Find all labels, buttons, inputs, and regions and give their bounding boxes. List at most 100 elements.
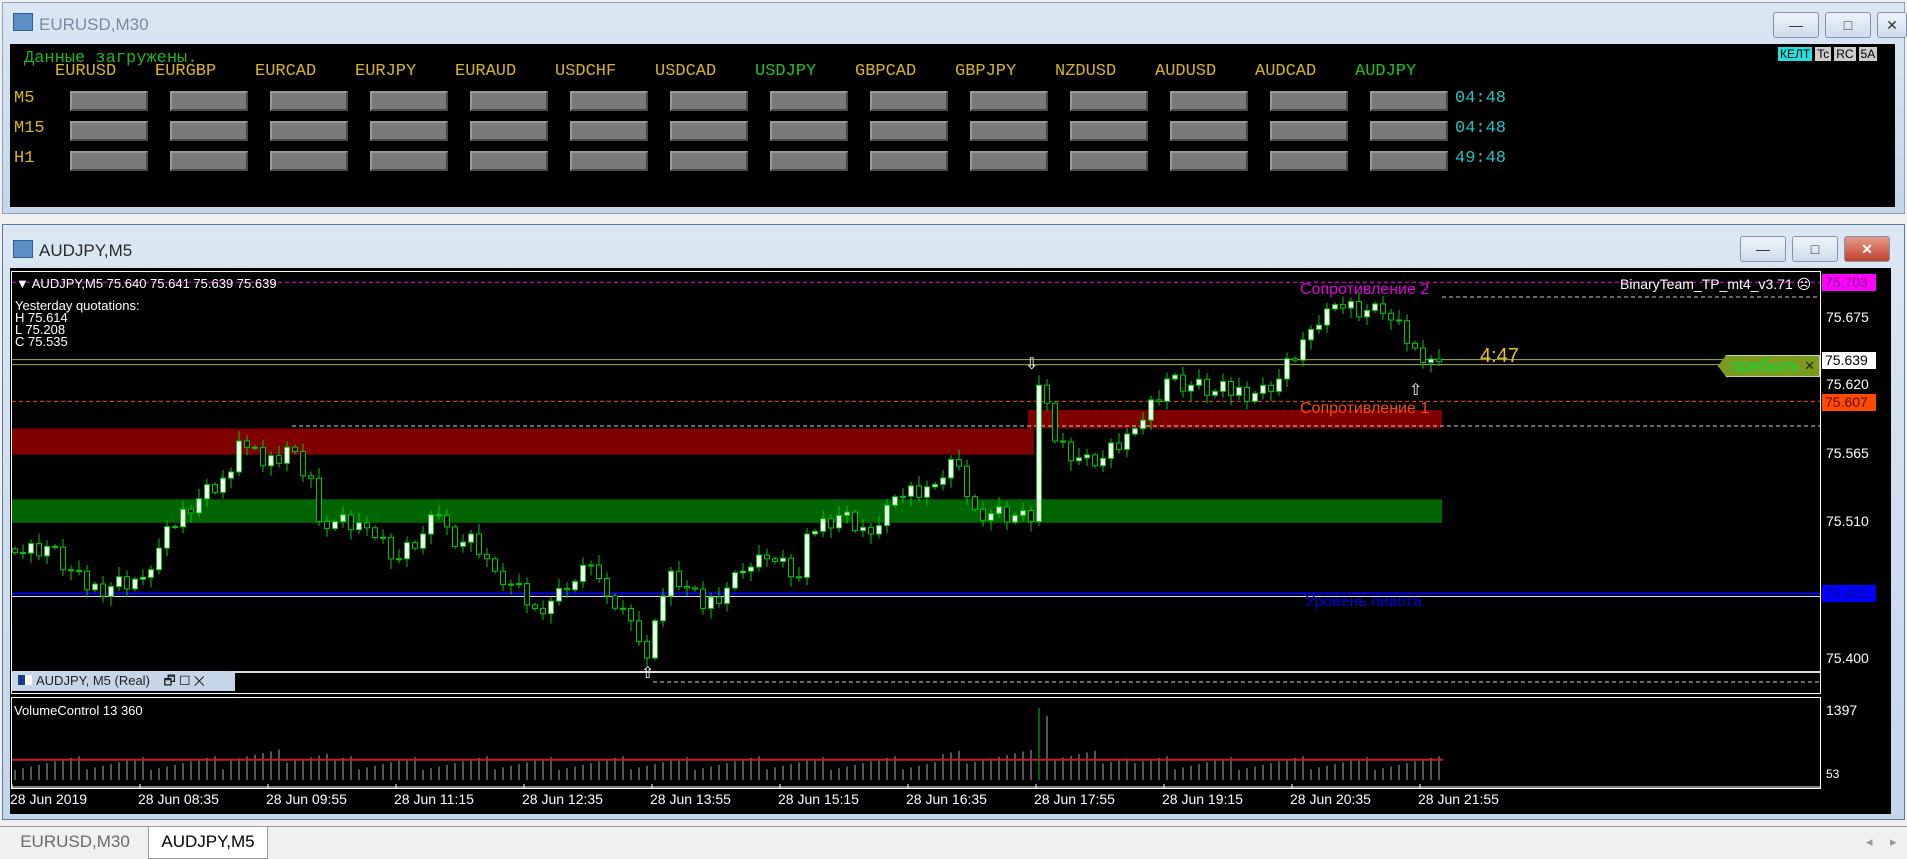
signal-cell[interactable]: [170, 91, 248, 111]
subwindow-titlebar[interactable]: AUDJPY, M5 (Real) 🗗 ☐ ✕: [12, 671, 235, 691]
signal-cell[interactable]: [570, 91, 648, 111]
candle-body: [996, 506, 1002, 515]
close-button[interactable]: ✕: [1844, 236, 1890, 262]
maximize-button[interactable]: □: [1825, 12, 1871, 38]
signal-cell[interactable]: [170, 151, 248, 171]
signal-cell[interactable]: [570, 121, 648, 141]
candle-body: [156, 547, 162, 571]
candle-body: [1316, 324, 1322, 330]
candle-body: [396, 558, 402, 561]
signal-cell[interactable]: [870, 91, 948, 111]
volume-chart[interactable]: [12, 698, 1820, 788]
candle-body: [188, 508, 194, 514]
candle-body: [212, 484, 218, 493]
candle-body: [1212, 390, 1218, 396]
signal-cell[interactable]: [1170, 151, 1248, 171]
countdown-time: 49:48: [1455, 149, 1507, 168]
candle-body: [412, 542, 418, 549]
candle-body: [116, 576, 122, 587]
signal-cell[interactable]: [770, 151, 848, 171]
signal-cell[interactable]: [170, 121, 248, 141]
signal-cell[interactable]: [870, 121, 948, 141]
signal-cell[interactable]: [770, 121, 848, 141]
candle-body: [740, 570, 746, 574]
candle-body: [372, 527, 378, 539]
signal-cell[interactable]: [1070, 121, 1148, 141]
signal-cell[interactable]: [370, 151, 448, 171]
signal-cell[interactable]: [1370, 121, 1448, 141]
signal-cell[interactable]: [70, 121, 148, 141]
signal-cell[interactable]: [970, 151, 1048, 171]
maximize-button[interactable]: □: [1792, 236, 1838, 262]
candle-body: [1220, 380, 1226, 392]
signal-cell[interactable]: [770, 91, 848, 111]
candle-body: [524, 583, 530, 606]
signal-cell[interactable]: [270, 151, 348, 171]
signal-cell[interactable]: [870, 151, 948, 171]
candle-body: [1100, 457, 1106, 467]
candle-body: [1324, 308, 1330, 326]
pivot-label: Уровень пивота: [1305, 593, 1422, 610]
time-label: 28 Jun 13:55: [650, 791, 731, 807]
mini-button[interactable]: КЕЛТ: [1778, 47, 1813, 61]
tab-scroll-left-icon[interactable]: ◂: [1866, 834, 1873, 850]
timeframe-label: H1: [14, 149, 35, 168]
close-icon[interactable]: ×: [1805, 356, 1815, 375]
profit-label[interactable]: прибыль ×: [1718, 355, 1820, 377]
candle-body: [700, 588, 706, 609]
collapse-triangle-icon[interactable]: ▼: [16, 276, 32, 291]
close-icon[interactable]: ✕: [190, 673, 205, 688]
tab-scroll-right-icon[interactable]: ▸: [1890, 834, 1897, 850]
candle-body: [860, 526, 866, 532]
signal-cell[interactable]: [370, 91, 448, 111]
signal-cell[interactable]: [1070, 91, 1148, 111]
signal-cell[interactable]: [270, 121, 348, 141]
candle-body: [420, 533, 426, 549]
signal-cell[interactable]: [670, 151, 748, 171]
signal-cell[interactable]: [1270, 151, 1348, 171]
signal-cell[interactable]: [70, 91, 148, 111]
down-arrow-icon: ⇩: [1025, 356, 1038, 373]
signal-cell[interactable]: [970, 91, 1048, 111]
signal-cell[interactable]: [1170, 91, 1248, 111]
symbol-header: EURUSD: [55, 62, 117, 81]
candle-body: [1028, 510, 1034, 523]
candle-body: [44, 545, 50, 557]
symbol-header: AUDCAD: [1255, 62, 1317, 81]
mini-button[interactable]: 5A: [1858, 47, 1878, 61]
signal-cell[interactable]: [470, 121, 548, 141]
close-button[interactable]: ✕: [1877, 12, 1907, 38]
price-chart[interactable]: ⇩ ⇧ ⇧: [12, 272, 1820, 693]
candle-body: [308, 475, 314, 479]
signal-cell[interactable]: [1370, 91, 1448, 111]
signal-cell[interactable]: [670, 121, 748, 141]
signal-cell[interactable]: [670, 91, 748, 111]
signal-cell[interactable]: [370, 121, 448, 141]
minimize-button[interactable]: —: [1740, 236, 1786, 262]
minimize-button[interactable]: —: [1773, 12, 1819, 38]
signal-cell[interactable]: [1070, 151, 1148, 171]
signal-cell[interactable]: [570, 151, 648, 171]
signal-cell[interactable]: [270, 91, 348, 111]
signal-cell[interactable]: [970, 121, 1048, 141]
signal-cell[interactable]: [1270, 91, 1348, 111]
tab-eurusd-m30[interactable]: EURUSD,M30: [4, 827, 146, 859]
candle-body: [940, 477, 946, 485]
mini-button[interactable]: Tc: [1815, 47, 1832, 61]
signal-cell[interactable]: [470, 91, 548, 111]
candle-body: [1436, 358, 1442, 363]
maximize-icon[interactable]: ☐: [176, 673, 190, 688]
signal-cell[interactable]: [70, 151, 148, 171]
signal-cell[interactable]: [470, 151, 548, 171]
signal-cell[interactable]: [1270, 121, 1348, 141]
tab-audjpy-m5[interactable]: AUDJPY,M5: [148, 827, 268, 859]
mini-button[interactable]: RC: [1834, 47, 1856, 61]
candle-body: [1364, 309, 1370, 318]
resistance-zone: [12, 428, 1034, 455]
candle-body: [788, 557, 794, 578]
signal-cell[interactable]: [1370, 151, 1448, 171]
candle-body: [1404, 320, 1410, 344]
candle-body: [1428, 358, 1434, 363]
signal-cell[interactable]: [1170, 121, 1248, 141]
restore-icon[interactable]: 🗗: [164, 673, 176, 688]
